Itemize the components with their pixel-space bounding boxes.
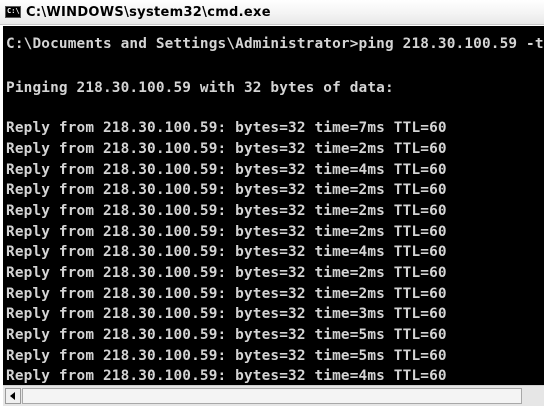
horizontal-scrollbar[interactable] <box>3 385 544 406</box>
console-line: Pinging 218.30.100.59 with 32 bytes of d… <box>6 80 394 96</box>
console-line: Reply from 218.30.100.59: bytes=32 time=… <box>6 327 447 343</box>
console-line: Reply from 218.30.100.59: bytes=32 time=… <box>6 306 447 322</box>
scroll-left-button[interactable] <box>5 388 21 404</box>
console-line: Reply from 218.30.100.59: bytes=32 time=… <box>6 265 447 281</box>
window-bottom-edge <box>0 406 544 415</box>
console-line: Reply from 218.30.100.59: bytes=32 time=… <box>6 286 447 302</box>
console-line: Reply from 218.30.100.59: bytes=32 time=… <box>6 120 447 136</box>
title-bar[interactable]: C:\ C:\WINDOWS\system32\cmd.exe <box>0 0 544 25</box>
console-line: Reply from 218.30.100.59: bytes=32 time=… <box>6 244 447 260</box>
console-line: Reply from 218.30.100.59: bytes=32 time=… <box>6 141 447 157</box>
console-line: Reply from 218.30.100.59: bytes=32 time=… <box>6 182 447 198</box>
console-output[interactable]: C:\Documents and Settings\Administrator>… <box>3 26 544 385</box>
scroll-thumb[interactable] <box>22 388 522 404</box>
console-line: Reply from 218.30.100.59: bytes=32 time=… <box>6 224 447 240</box>
cmd-window: C:\ C:\WINDOWS\system32\cmd.exe C:\Docum… <box>0 0 544 415</box>
window-title: C:\WINDOWS\system32\cmd.exe <box>26 5 271 20</box>
console-line: Reply from 218.30.100.59: bytes=32 time=… <box>6 368 447 384</box>
console-line: Reply from 218.30.100.59: bytes=32 time=… <box>6 203 447 219</box>
cmd-icon[interactable]: C:\ <box>5 6 21 18</box>
console-line: C:\Documents and Settings\Administrator>… <box>6 36 544 52</box>
console-line: Reply from 218.30.100.59: bytes=32 time=… <box>6 162 447 178</box>
console-line: Reply from 218.30.100.59: bytes=32 time=… <box>6 348 447 364</box>
arrow-left-icon <box>10 392 15 400</box>
